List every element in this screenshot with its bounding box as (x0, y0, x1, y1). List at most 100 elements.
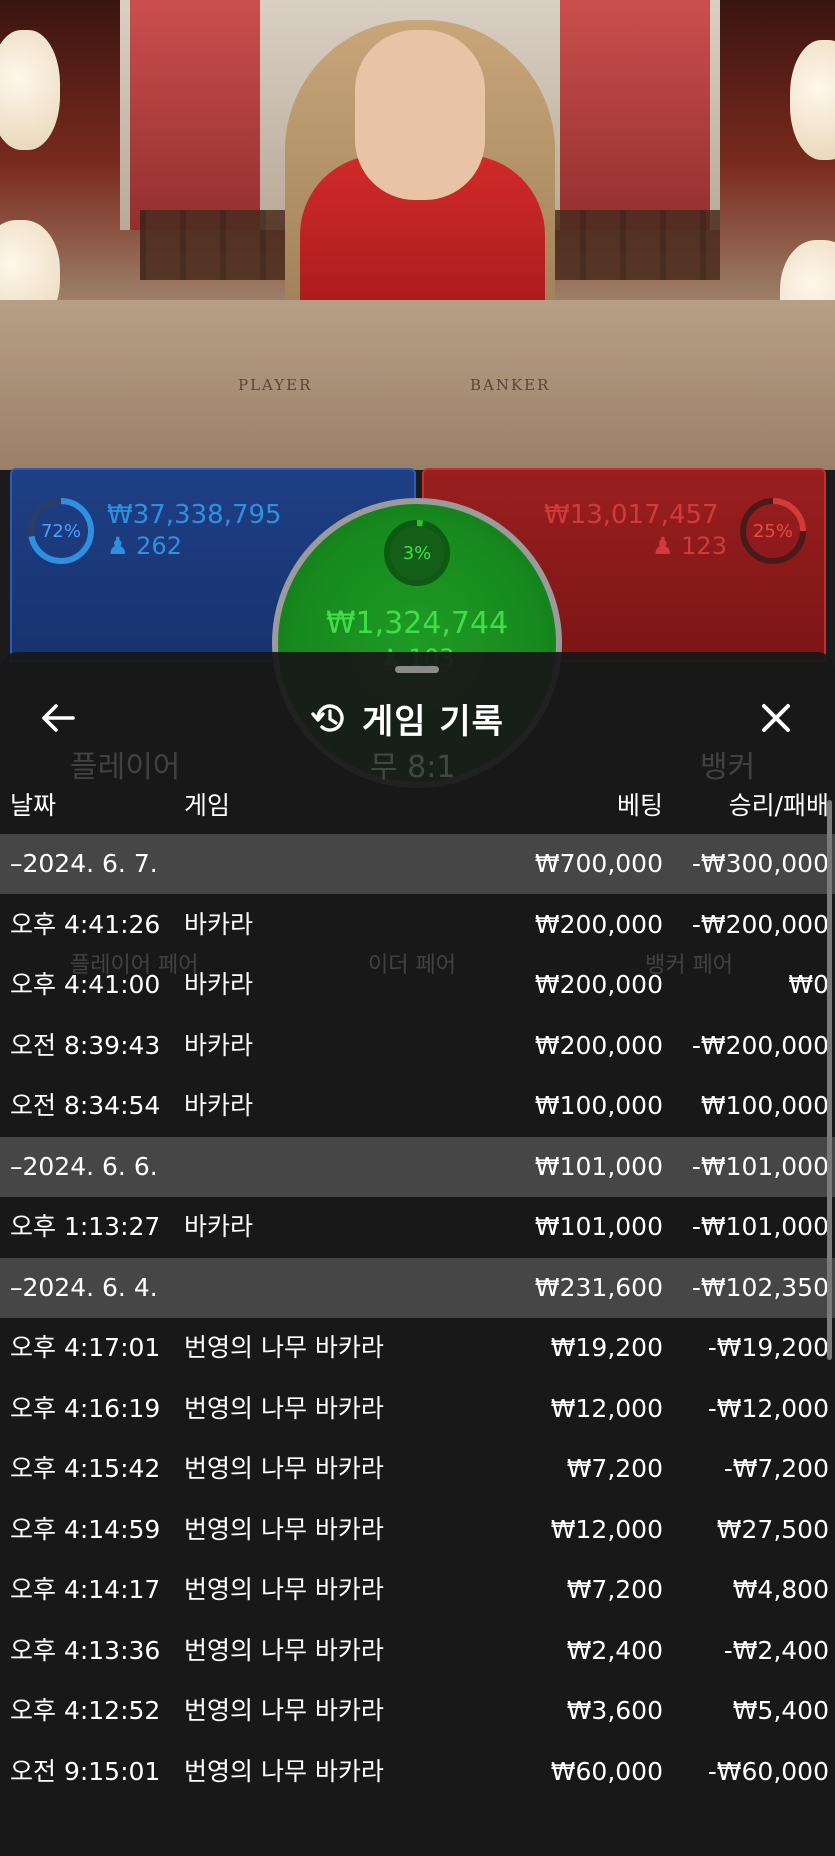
row-result: -₩12,000 (707, 1393, 829, 1423)
col-header-result: 승리/패배 (728, 791, 829, 820)
back-button[interactable] (34, 694, 82, 742)
bg-player-label: 플레이어 (70, 750, 181, 785)
player-count: 262 (136, 532, 182, 560)
table-row[interactable]: 오후 4:14:17 번영의 나무 바카라 ₩7,200 ₩4,800 (0, 1560, 835, 1620)
table-row[interactable]: 오후 4:15:42 번영의 나무 바카라 ₩7,200 -₩7,200 (0, 1439, 835, 1499)
date-group-row: –2024. 6. 4. ₩231,600 -₩102,350 (0, 1257, 835, 1318)
row-time: –2024. 6. 4. (10, 1272, 158, 1302)
baccarat-table (0, 300, 835, 470)
row-time: 오후 1:13:27 (10, 1212, 161, 1241)
table-row[interactable]: 오후 4:16:19 번영의 나무 바카라 ₩12,000 -₩12,000 (0, 1379, 835, 1439)
row-time: –2024. 6. 7. (10, 849, 158, 878)
sheet-header: 게임 기록 (310, 690, 504, 746)
row-game: 번영의 나무 바카라 (184, 1514, 384, 1544)
table-row[interactable]: 오후 4:13:36 번영의 나무 바카라 ₩2,400 -₩2,400 (0, 1621, 835, 1681)
row-result: -₩101,000 (691, 1212, 829, 1241)
row-bet: ₩200,000 (534, 970, 663, 999)
row-result: -₩200,000 (691, 1030, 829, 1060)
table-row[interactable]: 오후 4:12:52 번영의 나무 바카라 ₩3,600 ₩5,400 (0, 1681, 835, 1741)
row-bet: ₩231,600 (534, 1272, 663, 1302)
table-row[interactable]: 오후 4:14:59 번영의 나무 바카라 ₩12,000 ₩27,500 (0, 1500, 835, 1560)
player-count-wrap: ♟ 262 (107, 532, 182, 560)
sheet-drag-handle[interactable] (395, 666, 439, 673)
close-button[interactable] (752, 694, 800, 742)
row-game: 번영의 나무 바카라 (184, 1635, 384, 1665)
player-percent-ring: 72% (26, 496, 96, 566)
row-result: -₩7,200 (723, 1454, 829, 1483)
date-group-row: –2024. 6. 6. ₩101,000 -₩101,000 (0, 1136, 835, 1197)
row-result: -₩102,350 (691, 1272, 829, 1302)
blossom-screen-left (130, 0, 260, 230)
row-time: 오전 9:15:01 (10, 1756, 161, 1786)
row-bet: ₩700,000 (534, 849, 663, 878)
person-icon: ♟ (107, 532, 129, 560)
row-game: 바카라 (184, 1091, 254, 1120)
row-result: -₩2,400 (723, 1635, 829, 1665)
row-bet: ₩7,200 (566, 1575, 663, 1604)
live-dealer-video: PLAYER BANKER (0, 0, 835, 470)
col-header-date: 날짜 (10, 791, 57, 820)
row-bet: ₩200,000 (534, 1030, 663, 1060)
row-game: 번영의 나무 바카라 (184, 1756, 384, 1786)
row-game: 번영의 나무 바카라 (184, 1393, 384, 1423)
table-row[interactable]: 오후 4:41:00 바카라 ₩200,000 ₩0 (0, 955, 835, 1015)
row-time: 오후 4:12:52 (10, 1696, 161, 1725)
table-row[interactable]: 오전 8:39:43 바카라 ₩200,000 -₩200,000 (0, 1016, 835, 1076)
bg-banker-label: 뱅커 (700, 750, 756, 785)
row-time: 오후 4:41:00 (10, 970, 161, 999)
row-time: 오후 4:16:19 (10, 1393, 161, 1423)
banker-percent-ring: 25% (738, 496, 808, 566)
lantern-right-top (790, 40, 835, 160)
table-row[interactable]: 오전 9:15:01 번영의 나무 바카라 ₩60,000 -₩60,000 (0, 1742, 835, 1802)
player-percent: 72% (40, 520, 81, 542)
row-time: 오후 4:41:26 (10, 909, 161, 939)
row-time: 오후 4:17:01 (10, 1333, 161, 1362)
table-row[interactable]: 오후 4:41:26 바카라 ₩200,000 -₩200,000 (0, 895, 835, 955)
row-result: -₩200,000 (691, 909, 829, 939)
row-bet: ₩101,000 (534, 1212, 663, 1241)
banker-total-amount: ₩13,017,457 (544, 500, 719, 530)
row-time: –2024. 6. 6. (10, 1151, 158, 1181)
row-result: -₩300,000 (691, 849, 829, 878)
row-time: 오후 4:15:42 (10, 1454, 161, 1483)
row-game: 번영의 나무 바카라 (184, 1454, 384, 1483)
row-game: 바카라 (184, 970, 254, 999)
close-icon (762, 704, 790, 732)
history-clock-icon (311, 704, 344, 732)
row-result: -₩101,000 (691, 1151, 829, 1181)
row-bet: ₩19,200 (550, 1333, 663, 1362)
row-game: 바카라 (184, 1212, 254, 1241)
table-row[interactable]: 오전 8:34:54 바카라 ₩100,000 ₩100,000 (0, 1076, 835, 1136)
col-header-bet: 베팅 (616, 791, 663, 820)
lantern-left-top (0, 30, 60, 150)
banker-count-wrap: ♟ 123 (652, 532, 727, 560)
tie-percent-ring: 3% (382, 518, 452, 588)
player-total-amount: ₩37,338,795 (107, 500, 282, 530)
row-time: 오후 4:14:59 (10, 1514, 161, 1544)
row-game: 번영의 나무 바카라 (184, 1575, 384, 1604)
dealer-face (355, 30, 485, 200)
row-time: 오전 8:39:43 (10, 1030, 161, 1060)
table-row[interactable]: 오후 4:17:01 번영의 나무 바카라 ₩19,200 -₩19,200 (0, 1318, 835, 1378)
row-time: 오후 4:14:17 (10, 1575, 161, 1604)
history-scrollbar[interactable] (827, 800, 832, 1360)
date-group-row: –2024. 6. 7. ₩700,000 -₩300,000 (0, 834, 835, 894)
sheet-title: 게임 기록 (362, 701, 504, 742)
col-header-game: 게임 (184, 791, 231, 820)
table-row[interactable]: 오후 1:13:27 바카라 ₩101,000 -₩101,000 (0, 1197, 835, 1257)
row-bet: ₩7,200 (566, 1454, 663, 1483)
row-bet: ₩200,000 (534, 909, 663, 939)
row-result: -₩19,200 (707, 1333, 829, 1362)
row-result: ₩0 (788, 970, 829, 999)
felt-banker-label: BANKER (470, 376, 551, 394)
tie-total-amount: ₩1,324,744 (325, 606, 509, 641)
arrow-left-icon (42, 704, 75, 732)
banker-percent: 25% (752, 520, 793, 542)
row-bet: ₩12,000 (550, 1514, 663, 1544)
row-bet: ₩12,000 (550, 1393, 663, 1423)
person-icon: ♟ (652, 532, 674, 560)
row-result: -₩60,000 (707, 1756, 829, 1786)
row-result: ₩4,800 (732, 1575, 829, 1604)
row-game: 바카라 (184, 1030, 254, 1060)
row-game: 번영의 나무 바카라 (184, 1333, 384, 1362)
